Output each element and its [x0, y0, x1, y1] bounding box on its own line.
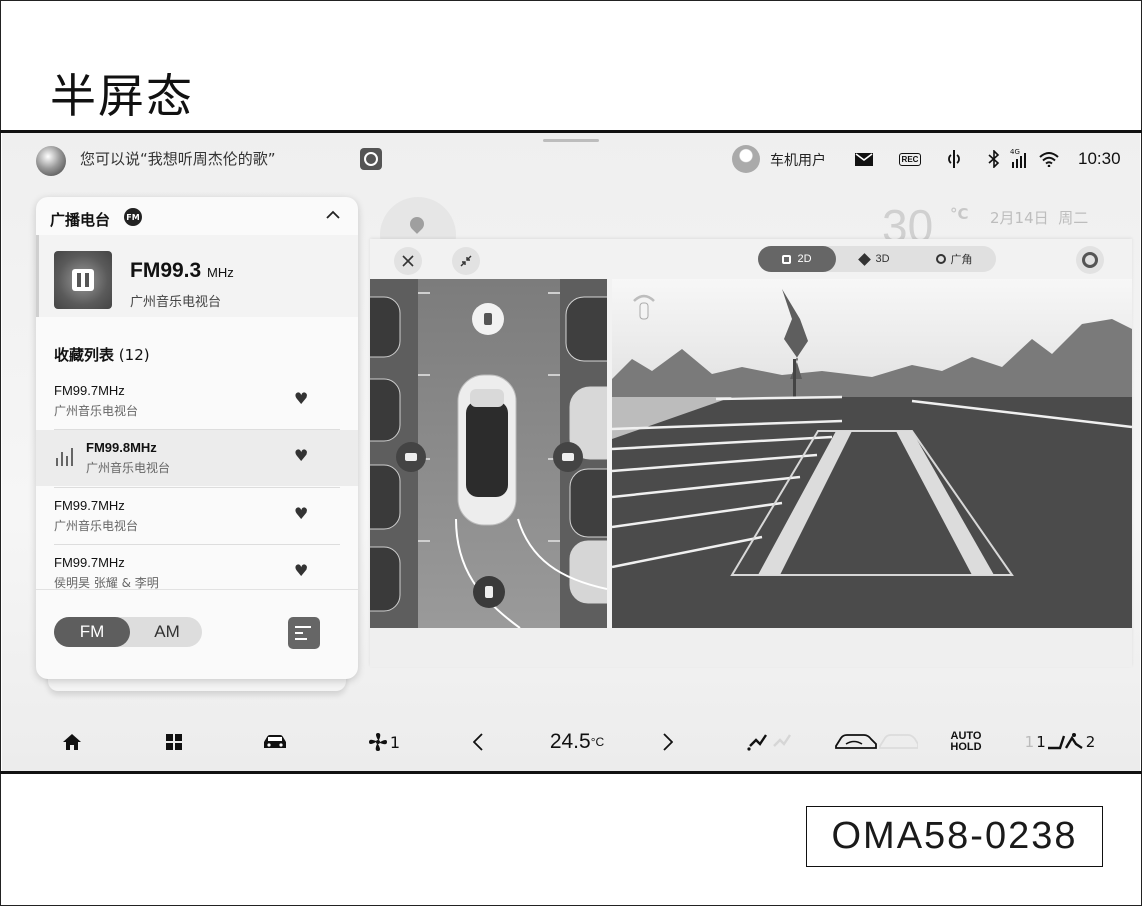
mode-2d-button[interactable]: 2D: [758, 246, 836, 272]
playing-indicator-icon: [56, 448, 73, 466]
heart-icon[interactable]: ♥: [294, 506, 312, 522]
favorites-count: (12): [118, 346, 150, 364]
mode-2d-label: 2D: [797, 253, 812, 265]
favorite-frequency: FM99.7MHz: [54, 383, 125, 398]
settings-icon[interactable]: [1076, 246, 1104, 274]
left-arrow-icon[interactable]: [468, 727, 488, 757]
heart-icon[interactable]: ♥: [294, 391, 312, 407]
auto-hold-button[interactable]: AUTO HOLD: [946, 727, 986, 757]
figure-code: OMA58-0238: [806, 806, 1103, 867]
band-am-button[interactable]: AM: [134, 617, 200, 647]
user-name[interactable]: 车机用户: [770, 150, 826, 170]
now-playing-station: 广州音乐电视台: [130, 295, 222, 310]
favorite-station: 侯明昊 张耀 & 李明: [54, 576, 159, 589]
bluetooth-icon: [986, 148, 1002, 170]
favorites-label: 收藏列表: [54, 346, 115, 364]
mode-wide-button[interactable]: 广角: [916, 246, 992, 272]
document-title: 半屏态: [50, 69, 194, 123]
cube-icon: [858, 252, 872, 266]
right-camera-icon[interactable]: [553, 442, 583, 472]
cast-icon[interactable]: [360, 148, 382, 170]
car-display: 您可以说“我想听周杰伦的歌” 车机用户 REC 4G 10:30 30 °C 2…: [2, 133, 1140, 771]
user-avatar-icon[interactable]: [732, 145, 760, 173]
wide-angle-icon: [935, 254, 946, 264]
mode-3d-button[interactable]: 3D: [840, 246, 910, 272]
frequency-value: FM99.3: [130, 259, 202, 282]
rear-camera-view: [612, 279, 1132, 628]
fan-icon: [368, 733, 387, 751]
right-arrow-icon[interactable]: [658, 727, 678, 757]
apps-icon[interactable]: [162, 727, 186, 757]
home-icon[interactable]: [60, 727, 84, 757]
bottom-dock: 1 24.5 °C AUTO HOLD 1 1 2: [2, 715, 1140, 771]
temperature-value: 24.5: [549, 730, 591, 753]
favorites-list-icon[interactable]: [288, 617, 320, 649]
list-item[interactable]: FM99.7MHz 广州音乐电视台 ♥: [36, 373, 358, 429]
list-item[interactable]: FM99.8MHz 广州音乐电视台 ♥: [36, 430, 358, 486]
favorites-header: 收藏列表 (12): [54, 344, 150, 365]
wifi-icon: [1038, 148, 1060, 170]
shrink-icon[interactable]: [452, 247, 480, 275]
band-toggle[interactable]: FM AM: [54, 617, 202, 647]
clock: 10:30: [1078, 149, 1121, 168]
radio-title: 广播电台: [50, 211, 111, 229]
rear-camera-icon[interactable]: [473, 576, 505, 608]
heart-icon[interactable]: ♥: [294, 563, 312, 579]
list-bottom-edge: [36, 589, 358, 590]
rec-icon: REC: [896, 148, 924, 170]
heart-icon[interactable]: ♥: [294, 448, 312, 464]
fan-control[interactable]: 1: [364, 727, 404, 757]
favorite-frequency: FM99.8MHz: [86, 440, 157, 455]
seat-heat-icon: [1047, 733, 1083, 750]
mail-icon[interactable]: [854, 148, 874, 170]
seat-left-level: 1: [1036, 733, 1046, 751]
fan-level: 1: [389, 732, 401, 752]
assistant-orb-icon[interactable]: [36, 146, 66, 176]
favorite-station: 广州音乐电视台: [86, 461, 171, 475]
list-item[interactable]: FM99.7MHz 侯明昊 张耀 & 李明 ♥: [36, 545, 358, 589]
favorite-frequency: FM99.7MHz: [54, 498, 125, 513]
assistant-hint[interactable]: 您可以说“我想听周杰伦的歌”: [80, 148, 276, 169]
bottom-rule: [0, 771, 1142, 774]
seat-right-level: 2: [1085, 733, 1096, 751]
phone-signal-icon: [944, 148, 964, 170]
status-bar: 您可以说“我想听周杰伦的歌” 车机用户 REC 4G 10:30: [2, 133, 1140, 185]
mode-3d-label: 3D: [875, 253, 890, 265]
favorite-station: 广州音乐电视台: [54, 404, 139, 418]
list-item[interactable]: FM99.7MHz 广州音乐电视台 ♥: [36, 488, 358, 544]
seat-heat-control[interactable]: 1 1 2: [1020, 727, 1100, 757]
favorite-station: 广州音乐电视台: [54, 519, 139, 533]
temperature-display: 24.5 °C: [542, 727, 612, 757]
date-day: 2月14日: [990, 209, 1049, 227]
radio-panel: 广播电台 FM FM99.3 MHz 广州音乐电视台 收藏列表 (12) FM9…: [36, 197, 358, 679]
fm-badge: FM: [124, 208, 142, 226]
mode-wide-label: 广角: [950, 254, 973, 266]
2d-icon: [782, 254, 792, 264]
frequency-unit: MHz: [207, 265, 234, 280]
front-camera-icon[interactable]: [472, 303, 504, 335]
weather-unit: °C: [950, 205, 969, 223]
surround-top-view: [370, 279, 607, 628]
camera-bottom-bar: [370, 628, 1132, 667]
weekday: 周二: [1058, 209, 1089, 227]
radar-car-icon: [632, 293, 656, 323]
recirculation-icon[interactable]: [834, 727, 918, 757]
favorite-frequency: FM99.7MHz: [54, 555, 125, 570]
car-icon[interactable]: [260, 727, 290, 757]
station-cover[interactable]: [54, 251, 112, 309]
collapse-icon[interactable]: [326, 205, 340, 224]
parking-camera-window: 2D 3D 广角: [370, 239, 1132, 667]
airflow-icon[interactable]: [744, 727, 794, 757]
close-icon[interactable]: [394, 247, 422, 275]
network-label: 4G: [1010, 148, 1020, 156]
temperature-unit: °C: [590, 735, 605, 749]
pause-icon[interactable]: [72, 269, 94, 291]
band-fm-button[interactable]: FM: [54, 617, 130, 647]
left-camera-icon[interactable]: [396, 442, 426, 472]
cellular-icon: 4G: [1010, 148, 1032, 170]
date: 2月14日 周二: [990, 207, 1088, 228]
view-mode-switch[interactable]: 2D 3D 广角: [758, 246, 996, 272]
rec-label: REC: [898, 152, 922, 166]
now-playing-frequency: FM99.3 MHz: [130, 259, 234, 283]
